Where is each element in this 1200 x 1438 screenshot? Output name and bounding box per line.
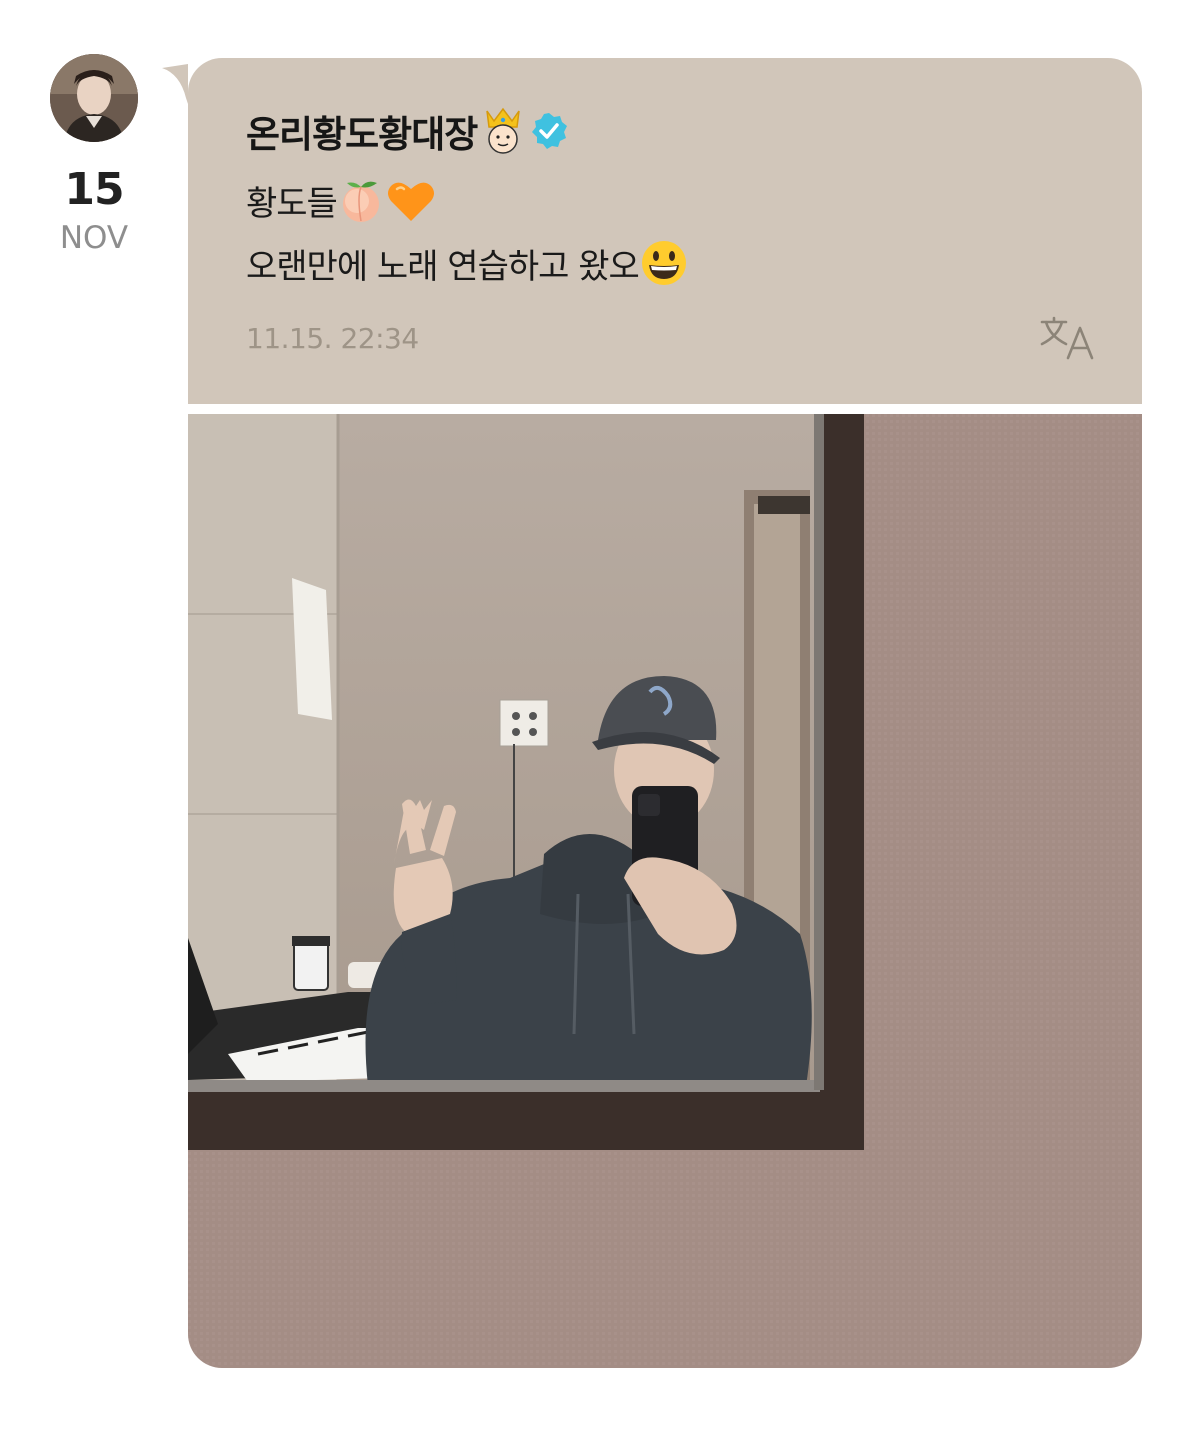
author-avatar[interactable] (50, 54, 138, 142)
author-name[interactable]: 온리황도황대장 (246, 104, 478, 158)
date-month: NOV (59, 220, 129, 256)
peach-emoji (342, 181, 379, 222)
post-timestamp: 11.15. 22:34 (246, 322, 419, 355)
post-photo[interactable] (188, 414, 1142, 1368)
crown-boy-emoji (486, 107, 521, 154)
date-day: 15 (64, 164, 124, 215)
mirror-selfie-photo (188, 414, 1142, 1368)
message-line-2: 오랜만에 노래 연습하고 왔오 (246, 238, 689, 288)
avatar-image (50, 54, 138, 142)
orange-heart-emoji (387, 182, 434, 221)
author-row: 온리황도황대장 (246, 104, 569, 158)
message-text-2: 오랜만에 노래 연습하고 왔오 (246, 246, 640, 287)
message-text-1: 황도들 (246, 184, 338, 224)
verified-check-icon (532, 113, 568, 149)
grinning-face-emoji (641, 241, 686, 285)
message-line-1: 황도들 (246, 176, 437, 225)
translate-icon[interactable] (1038, 314, 1098, 362)
